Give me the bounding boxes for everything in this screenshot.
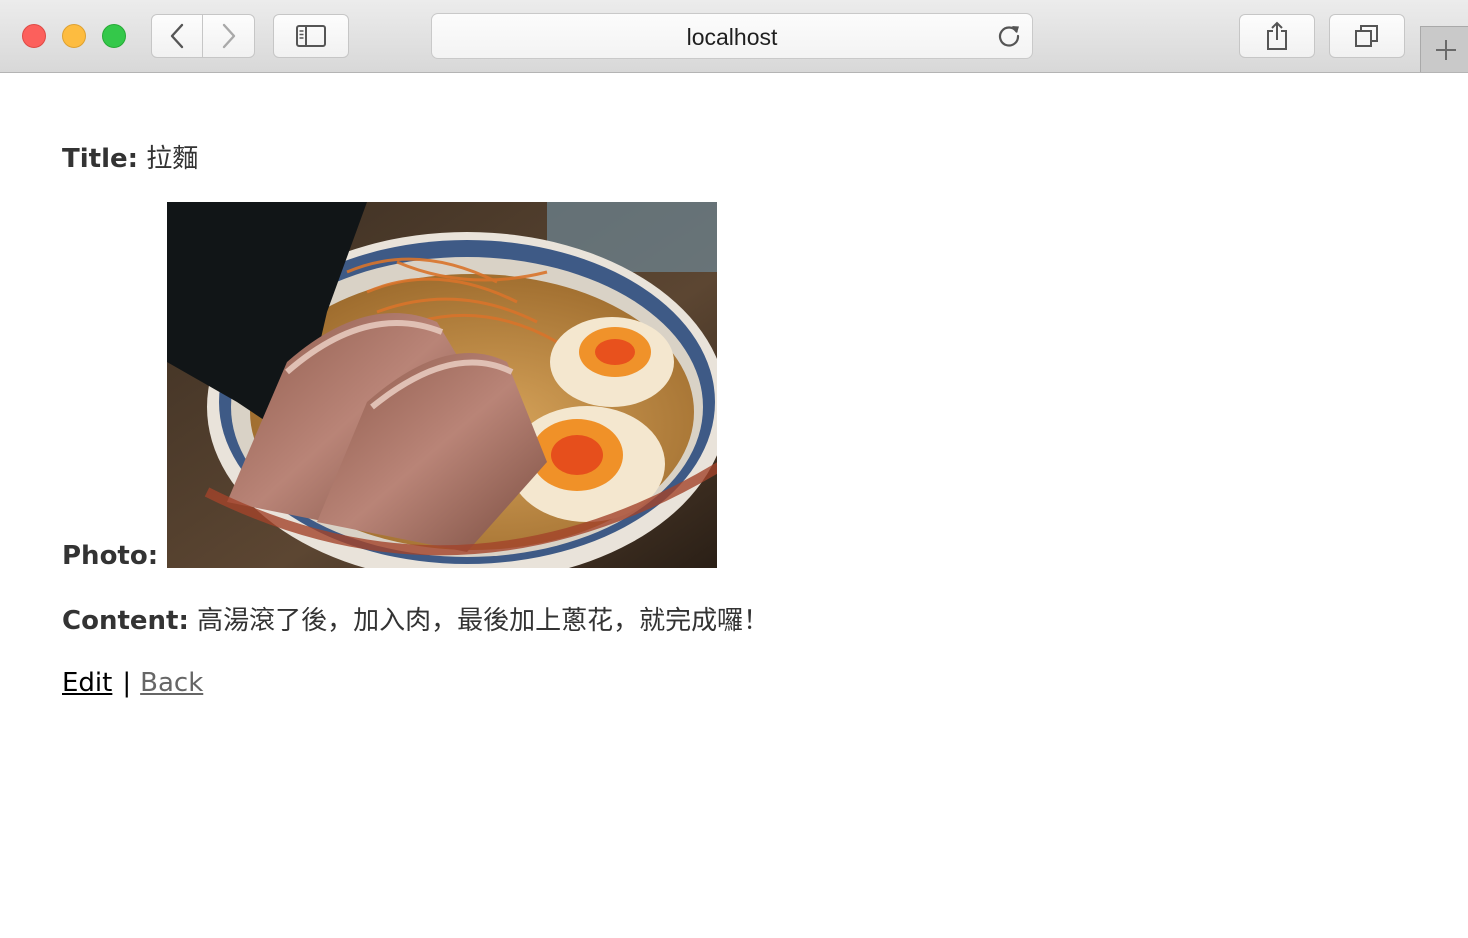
minimize-window-button[interactable]: [62, 24, 86, 48]
content-label: Content:: [62, 606, 189, 636]
photo-label: Photo:: [62, 541, 159, 571]
back-button[interactable]: [151, 14, 203, 58]
page-content: Title: 拉麵 Photo: Content: 高湯滾了後，加入肉，最後加上…: [62, 73, 1468, 938]
back-link[interactable]: Back: [140, 668, 203, 698]
new-tab-button[interactable]: [1420, 26, 1468, 72]
chevron-right-icon: [222, 23, 235, 49]
address-bar[interactable]: localhost: [431, 13, 1033, 59]
title-field: Title: 拉麵: [62, 143, 198, 175]
tabs-icon: [1355, 25, 1378, 47]
forward-button[interactable]: [203, 14, 255, 58]
show-tabs-button[interactable]: [1329, 14, 1405, 58]
ramen-photo: [167, 202, 717, 568]
share-button[interactable]: [1239, 14, 1315, 58]
share-icon: [1267, 21, 1287, 50]
close-window-button[interactable]: [22, 24, 46, 48]
ramen-photo-image: [167, 202, 717, 568]
url-text[interactable]: localhost: [432, 14, 1032, 58]
reload-icon[interactable]: [996, 23, 1022, 49]
action-separator: |: [122, 668, 132, 698]
title-value: 拉麵: [146, 144, 199, 174]
title-label: Title:: [62, 144, 139, 174]
sidebar-icon: [296, 25, 326, 47]
browser-toolbar: localhost: [0, 0, 1468, 73]
content-field: Content: 高湯滾了後，加入肉，最後加上蔥花，就完成囉！: [62, 605, 769, 637]
sidebar-toggle-button[interactable]: [273, 14, 349, 58]
post-actions: Edit | Back: [62, 667, 203, 699]
chevron-left-icon: [170, 23, 184, 49]
content-value: 高湯滾了後，加入肉，最後加上蔥花，就完成囉！: [197, 606, 770, 636]
maximize-window-button[interactable]: [102, 24, 126, 48]
edit-link[interactable]: Edit: [62, 668, 112, 698]
plus-icon: [1435, 39, 1456, 60]
